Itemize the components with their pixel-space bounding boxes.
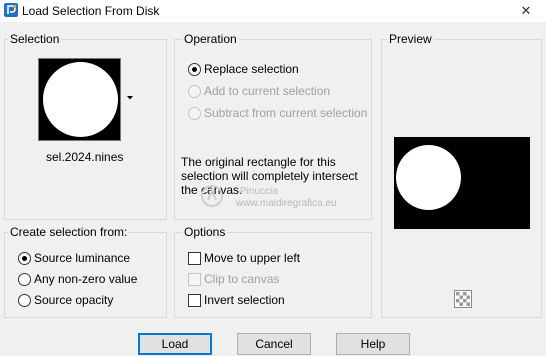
source-opacity-label[interactable]: Source opacity [34,293,113,307]
source-luminance-radio[interactable] [18,252,31,265]
close-button[interactable]: ✕ [506,0,546,22]
watermark-logo-icon [201,185,223,207]
psp-app-icon [4,3,18,17]
options-group-label: Options [182,225,228,239]
cancel-button[interactable]: Cancel [237,333,311,355]
add-selection-radio [188,85,201,98]
selection-group-label: Selection [8,32,62,46]
source-opacity-radio[interactable] [18,294,31,307]
create-from-group-label: Create selection from: [8,225,130,239]
selection-file-name: sel.2024.nines [46,150,124,164]
add-selection-label: Add to current selection [204,84,331,98]
invert-selection-label[interactable]: Invert selection [204,293,285,307]
any-nonzero-label[interactable]: Any non-zero value [34,272,137,286]
move-upper-left-checkbox[interactable] [188,252,201,265]
replace-selection-label[interactable]: Replace selection [204,62,299,76]
help-button[interactable]: Help [336,333,410,355]
clip-to-canvas-checkbox [188,273,201,286]
replace-selection-radio[interactable] [188,63,201,76]
window-title: Load Selection From Disk [22,4,160,18]
selection-thumbnail[interactable] [38,58,121,141]
subtract-selection-label: Subtract from current selection [204,106,368,120]
selection-circle-thumb [43,62,118,137]
move-upper-left-label[interactable]: Move to upper left [204,251,300,265]
checkerboard-icon[interactable] [454,290,472,308]
operation-group-label: Operation [182,32,239,46]
invert-selection-checkbox[interactable] [188,294,201,307]
subtract-selection-radio [188,107,201,120]
load-button[interactable]: Load [138,333,212,355]
chevron-down-icon[interactable] [126,95,134,101]
preview-selection-circle [396,145,461,210]
clip-to-canvas-label: Clip to canvas [204,272,280,286]
watermark-line2: www.maidiregrafica.eu [236,198,337,209]
watermark: Pinuccia www.maidiregrafica.eu [200,185,337,210]
any-nonzero-radio[interactable] [18,273,31,286]
preview-group-label: Preview [387,32,434,46]
title-bar: Load Selection From Disk ✕ [0,0,546,22]
preview-canvas [394,137,530,229]
close-icon: ✕ [520,3,532,18]
source-luminance-label[interactable]: Source luminance [34,251,130,265]
watermark-line1: Pinuccia [240,186,278,197]
